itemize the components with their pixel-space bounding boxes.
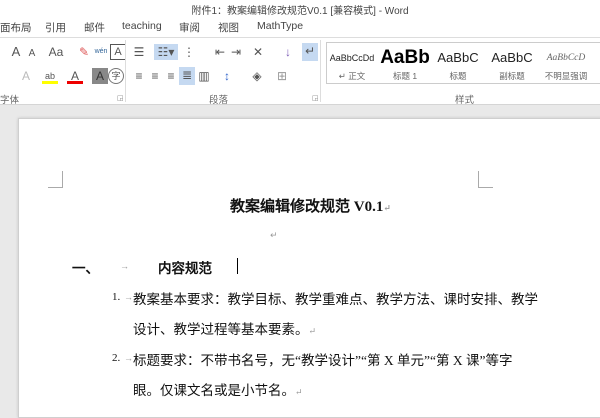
enclose-char-button[interactable]: 字 [108, 68, 124, 84]
char-border-button[interactable]: A [110, 44, 126, 60]
tab-references[interactable]: 引用 [45, 20, 66, 35]
multilevel-list-icon[interactable]: ⋮ [181, 44, 197, 60]
font-color-button[interactable]: A [67, 68, 83, 84]
group-label-paragraph: 段落 [209, 95, 229, 106]
section-heading: 内容规范 [158, 261, 212, 276]
chinese-layout-icon[interactable]: ✕ [250, 44, 266, 60]
style-name: 标题 [449, 71, 467, 81]
group-label-styles: 样式 [455, 95, 475, 106]
group-divider [125, 40, 126, 102]
shrink-font-button[interactable]: A [24, 46, 40, 62]
paragraph-dialog-launcher-icon[interactable]: ◲ [312, 94, 319, 102]
style-title[interactable]: AaBbC 标题 [433, 48, 483, 82]
shading-icon[interactable]: ◈ [249, 68, 265, 84]
text-effect-button[interactable]: A [18, 68, 34, 84]
list-item-line: 标题要求：不带书名号，无“教学设计”“第 X 单元”“第 X 课”等字 [133, 353, 513, 368]
group-divider [320, 40, 321, 102]
list-number: 2. [112, 352, 121, 364]
borders-icon[interactable]: ⊞ [274, 68, 290, 84]
justify-icon[interactable]: ≣ [179, 67, 195, 85]
text-cursor [237, 258, 238, 274]
tab-mark: → [124, 292, 133, 302]
tab-page-layout[interactable]: 面布局 [0, 20, 32, 35]
tab-mailings[interactable]: 邮件 [84, 20, 105, 35]
style-sample: AaBbC [437, 50, 479, 65]
bullets-icon[interactable]: ☰ [131, 44, 147, 60]
sort-icon[interactable]: ↓ [280, 44, 296, 60]
grow-font-button[interactable]: A [8, 44, 24, 60]
tab-mark: → [120, 261, 129, 271]
distributed-icon[interactable]: ▥ [196, 68, 212, 84]
style-sample: AaBbCcD [546, 53, 586, 63]
style-sample: AaBbC [491, 50, 533, 65]
clear-format-icon[interactable]: ✎ [76, 44, 92, 60]
tab-mathtype[interactable]: MathType [257, 20, 303, 32]
document-title: 教案编辑修改规范 V0.1↵ [230, 199, 391, 215]
styles-gallery: AaBbCcDd ↵ 正文 AaBb 标题 1 AaBbC 标题 AaBbC 副… [326, 42, 600, 84]
style-heading-1[interactable]: AaBb 标题 1 [379, 48, 431, 82]
align-right-icon[interactable]: ≡ [163, 68, 179, 84]
show-marks-icon[interactable]: ↵ [302, 43, 318, 61]
list-item-line: 眼。仅课文名或是小节名。↵ [133, 383, 303, 398]
phonetic-guide-button[interactable]: wén [93, 44, 109, 60]
document-page[interactable] [18, 118, 600, 418]
tab-review[interactable]: 审阅 [179, 20, 200, 35]
font-dialog-launcher-icon[interactable]: ◲ [117, 94, 124, 102]
increase-indent-icon[interactable]: ⇥ [228, 44, 244, 60]
decrease-indent-icon[interactable]: ⇤ [212, 44, 228, 60]
list-item-line: 教案基本要求：教学目标、教学重难点、教学方法、课时安排、教学 [133, 292, 538, 307]
window-title: 附件1：教案编辑修改规范V0.1 [兼容模式] - Word [191, 6, 409, 17]
align-left-icon[interactable]: ≡ [131, 68, 147, 84]
margin-corner-mark [48, 171, 63, 188]
margin-corner-mark [478, 171, 493, 188]
list-item-line: 设计、教学过程等基本要素。↵ [133, 322, 317, 337]
highlight-icon[interactable]: ab [42, 68, 58, 84]
style-normal[interactable]: AaBbCcDd ↵ 正文 [329, 48, 375, 82]
style-name: 标题 1 [392, 71, 418, 81]
heading-number: 一、 [72, 261, 99, 276]
tab-teaching[interactable]: teaching [122, 20, 162, 32]
group-label-font: 字体 [0, 95, 20, 106]
ribbon-tabs: 面布局 引用 邮件 teaching 审阅 视图 MathType [0, 18, 600, 38]
style-name: 副标题 [499, 71, 525, 81]
list-number: 1. [112, 291, 121, 303]
line-spacing-icon[interactable]: ↕ [219, 68, 235, 84]
numbering-icon[interactable]: ☷▾ [154, 44, 178, 60]
style-sample: AaBbCcDd [329, 53, 375, 63]
style-sample: AaBb [380, 47, 430, 68]
style-name: 不明显强调 [544, 71, 588, 81]
align-center-icon[interactable]: ≡ [147, 68, 163, 84]
paragraph-mark: ↵ [270, 230, 278, 240]
title-bar: 附件1：教案编辑修改规范V0.1 [兼容模式] - Word [0, 0, 600, 18]
style-name: 正文 [348, 71, 366, 81]
tab-mark: → [124, 353, 133, 363]
char-shading-button[interactable]: A [92, 68, 108, 84]
tab-view[interactable]: 视图 [218, 20, 239, 35]
style-subtitle[interactable]: AaBbC 副标题 [487, 48, 537, 82]
change-case-button[interactable]: Aa [44, 44, 68, 60]
style-subtle-emphasis[interactable]: AaBbCcD 不明显强调 [539, 48, 593, 82]
